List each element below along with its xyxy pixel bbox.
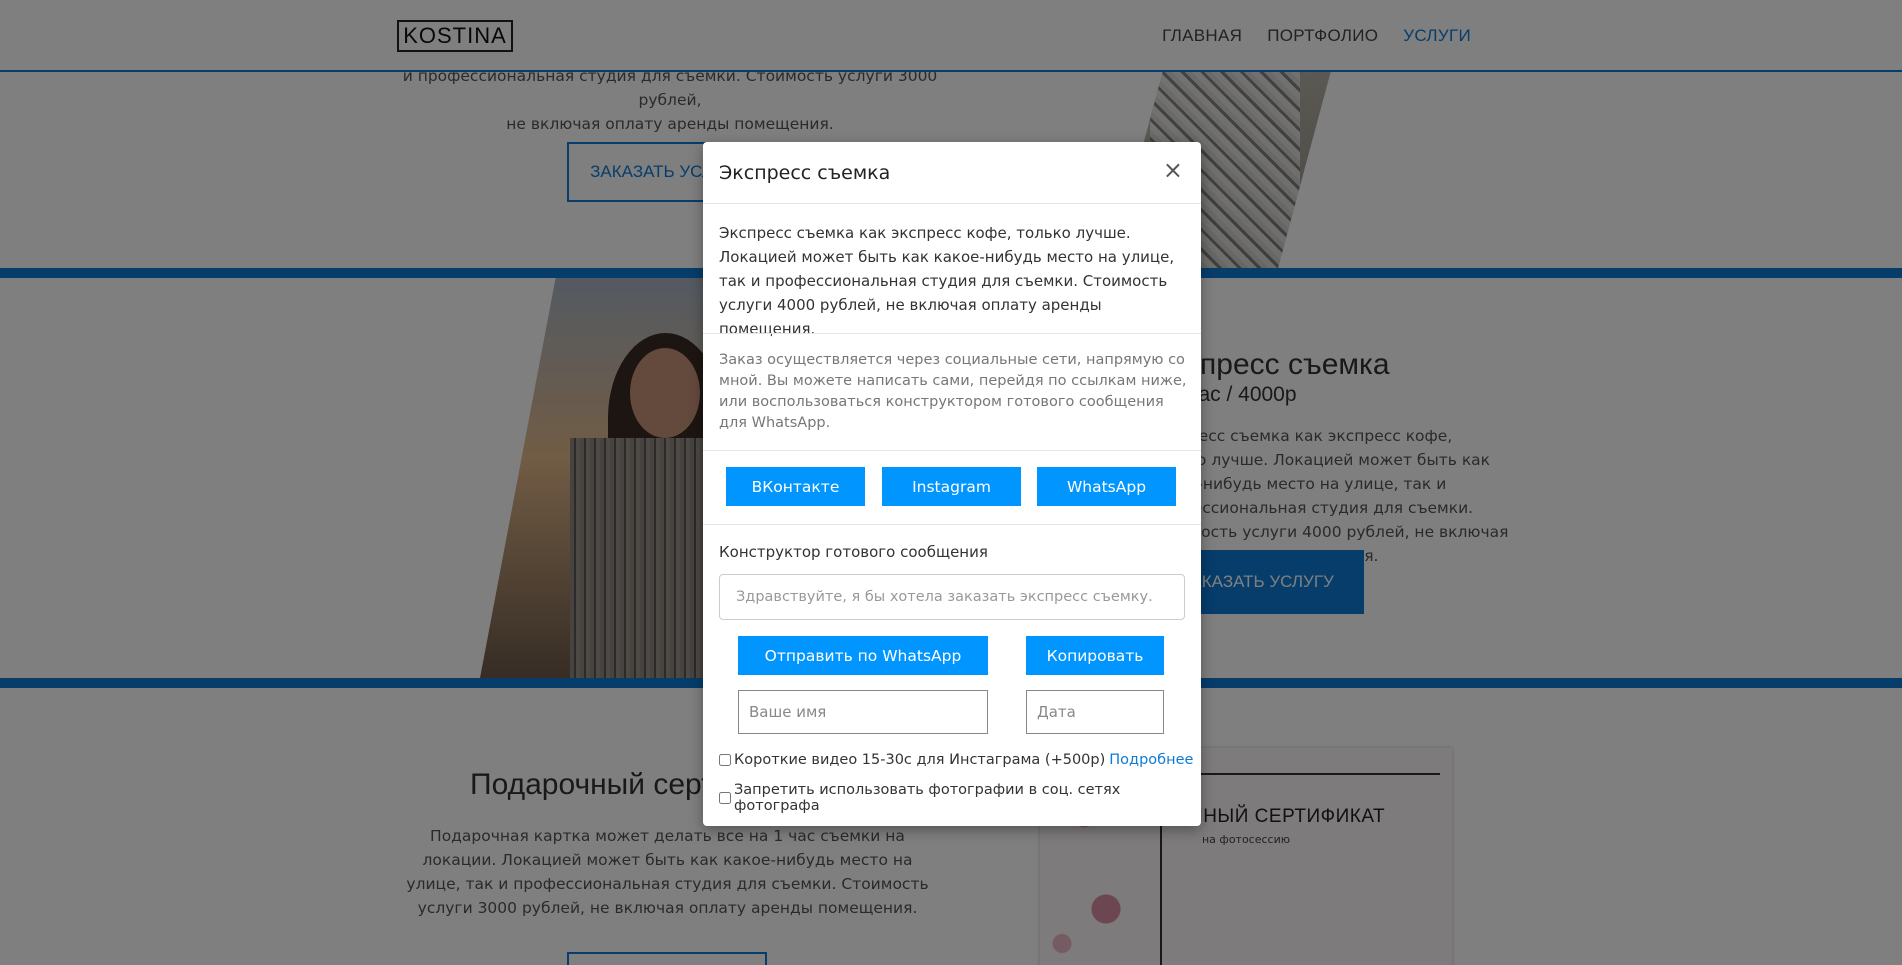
modal-header: Экспресс съемка × bbox=[703, 142, 1201, 204]
message-input[interactable] bbox=[719, 574, 1185, 620]
service-order-modal: Экспресс съемка × Экспресс съемка как эк… bbox=[703, 142, 1201, 826]
video-option-label: Короткие видео 15-30с для Инстаграма (+5… bbox=[734, 752, 1106, 768]
modal-title: Экспресс съемка bbox=[719, 162, 891, 184]
copy-button[interactable]: Копировать bbox=[1026, 636, 1164, 675]
message-builder-label: Конструктор готового сообщения bbox=[719, 543, 988, 561]
video-option[interactable]: Короткие видео 15-30с для Инстаграма (+5… bbox=[719, 752, 1193, 768]
privacy-option-label: Запретить использовать фотографии в соц.… bbox=[734, 782, 1121, 814]
instagram-button[interactable]: Instagram bbox=[882, 467, 1021, 506]
date-input[interactable] bbox=[1026, 690, 1164, 734]
close-icon[interactable]: × bbox=[1163, 158, 1183, 182]
more-info-link[interactable]: Подробнее bbox=[1109, 752, 1193, 768]
divider bbox=[703, 450, 1201, 451]
name-input[interactable] bbox=[738, 690, 988, 734]
divider bbox=[703, 524, 1201, 525]
modal-description: Экспресс съемка как экспресс кофе, тольк… bbox=[719, 224, 1175, 338]
order-note: Заказ осуществляется через социальные се… bbox=[719, 352, 1187, 431]
vk-button[interactable]: ВКонтакте bbox=[726, 467, 865, 506]
privacy-option-checkbox[interactable] bbox=[719, 792, 731, 804]
divider bbox=[703, 333, 1201, 334]
privacy-option[interactable]: Запретить использовать фотографии в соц.… bbox=[719, 782, 1201, 814]
video-option-checkbox[interactable] bbox=[719, 754, 731, 766]
whatsapp-button[interactable]: WhatsApp bbox=[1037, 467, 1176, 506]
send-whatsapp-button[interactable]: Отправить по WhatsApp bbox=[738, 636, 988, 675]
